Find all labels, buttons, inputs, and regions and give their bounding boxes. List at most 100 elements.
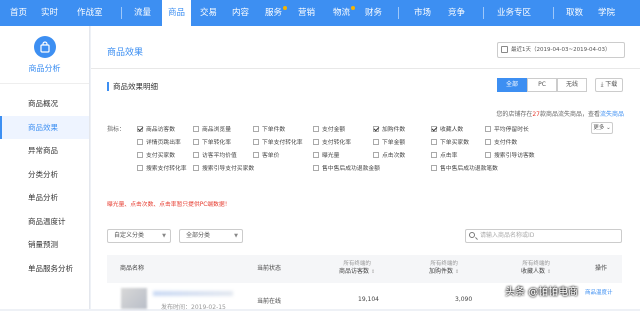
sidebar-item-overview[interactable]: 商品概况 (0, 92, 89, 116)
indicator-label: 下单买家数 (440, 140, 469, 146)
nav-market[interactable]: 市场 (414, 0, 431, 26)
indicator-option[interactable]: 平均停留时长 (485, 124, 529, 133)
checkbox[interactable] (485, 125, 491, 132)
indicator-option[interactable]: 搜索引导支付买家数 (193, 163, 254, 172)
checkbox[interactable] (373, 125, 379, 132)
sidebar-item-forecast[interactable]: 销量预测 (0, 233, 89, 257)
indicator-option[interactable]: 收藏人数 (431, 124, 463, 133)
nav-business-zone[interactable]: 业务专区 (497, 0, 531, 26)
checkbox[interactable] (253, 138, 259, 145)
date-range-picker[interactable]: 最近1天（2019-04-03~2019-04-03） (497, 42, 625, 58)
indicator-option[interactable]: 曝光量 (313, 150, 339, 159)
checkbox[interactable] (193, 138, 199, 145)
indicator-label: 支付金额 (322, 127, 346, 133)
checkbox[interactable] (253, 125, 259, 132)
checkbox[interactable] (431, 138, 437, 145)
indicator-label: 搜索引导支付买家数 (202, 166, 255, 172)
indicator-label: 售中售后成功退款笔数 (440, 166, 498, 172)
checkbox[interactable] (485, 138, 491, 145)
lost-products-link[interactable]: 流失商品 (600, 111, 624, 118)
indicator-option[interactable]: 售中售后成功退款金额 (313, 163, 380, 172)
header-favorites[interactable]: 所有终端的 收藏人数 ⇕ (521, 260, 551, 276)
header-visitors[interactable]: 所有终端的 商品访客数 ⇕ (339, 260, 375, 276)
checkbox[interactable] (137, 164, 143, 171)
header-action: 操作 (595, 265, 608, 272)
indicator-option[interactable]: 访客平均价值 (193, 150, 237, 159)
row-cart: 3,090 (455, 296, 473, 303)
nav-war-room[interactable]: 作战室 (77, 0, 103, 26)
indicator-option[interactable]: 下单转化率 (193, 137, 231, 146)
indicator-option[interactable]: 商品访客数 (137, 124, 175, 133)
nav-divider (553, 7, 554, 19)
download-button[interactable]: ⤓ 下载 (595, 78, 623, 92)
nav-realtime[interactable]: 实时 (41, 0, 58, 26)
custom-category-select[interactable]: 自定义分类 ▼ (107, 229, 171, 243)
indicator-option[interactable]: 客单价 (253, 150, 279, 159)
sidebar-item-category[interactable]: 分类分析 (0, 163, 89, 187)
main-panel: 商品效果 最近1天（2019-04-03~2019-04-03） 商品效果明细 … (91, 26, 640, 311)
indicator-option[interactable]: 下单支付转化率 (253, 137, 303, 146)
indicator-option[interactable]: 下单买家数 (431, 137, 469, 146)
checkbox[interactable] (137, 138, 143, 145)
checkbox[interactable] (313, 164, 319, 171)
checkbox[interactable] (137, 125, 143, 132)
checkbox[interactable] (485, 151, 491, 158)
indicator-option[interactable]: 点击率 (431, 150, 457, 159)
nav-competition[interactable]: 竞争 (448, 0, 465, 26)
nav-data-fetch[interactable]: 取数 (566, 0, 583, 26)
checkbox[interactable] (193, 151, 199, 158)
nav-home[interactable]: 首页 (10, 0, 27, 26)
indicator-option[interactable]: 支付转化率 (313, 137, 351, 146)
checkbox[interactable] (253, 151, 259, 158)
product-name-blurred[interactable] (153, 291, 233, 296)
indicator-option[interactable]: 支付买家数 (137, 150, 175, 159)
checkbox[interactable] (313, 138, 319, 145)
sidebar-item-effect[interactable]: 商品效果 (0, 115, 89, 139)
nav-service[interactable]: 服务 (265, 0, 288, 26)
indicator-option[interactable]: 商品浏览量 (193, 124, 231, 133)
indicator-label: 搜索引导访客数 (494, 153, 535, 159)
all-category-select[interactable]: 全部分类 ▼ (179, 229, 243, 243)
nav-trade[interactable]: 交易 (200, 0, 217, 26)
checkbox[interactable] (193, 125, 199, 132)
indicator-option[interactable]: 下单件数 (253, 124, 285, 133)
checkbox[interactable] (137, 151, 143, 158)
thermometer-link[interactable]: 商品温度计 (585, 288, 613, 296)
nav-traffic[interactable]: 流量 (134, 0, 151, 26)
indicator-option[interactable]: 搜索引导访客数 (485, 150, 535, 159)
checkbox[interactable] (193, 164, 199, 171)
nav-products[interactable]: 商品 (162, 0, 192, 26)
checkbox[interactable] (373, 151, 379, 158)
checkbox[interactable] (373, 138, 379, 145)
nav-marketing[interactable]: 营销 (298, 0, 315, 26)
indicator-option[interactable]: 支付件数 (485, 137, 517, 146)
checkbox[interactable] (431, 151, 437, 158)
indicator-option[interactable]: 点击次数 (373, 150, 405, 159)
row-visitors: 19,104 (358, 296, 379, 303)
nav-logistics[interactable]: 物流 (333, 0, 356, 26)
indicator-option[interactable]: 搜索支付转化率 (137, 163, 187, 172)
segment-pc[interactable]: PC (527, 78, 557, 92)
nav-academy[interactable]: 学院 (598, 0, 615, 26)
checkbox[interactable] (313, 125, 319, 132)
indicator-option[interactable]: 下单金额 (373, 137, 405, 146)
product-thumbnail[interactable] (121, 288, 147, 309)
checkbox[interactable] (313, 151, 319, 158)
sidebar-item-single[interactable]: 单品分析 (0, 186, 89, 210)
more-button[interactable]: 更多 ⌄ (591, 122, 613, 134)
search-input[interactable]: 请输入商品名称或ID (465, 229, 622, 243)
header-cart[interactable]: 所有终端的 加购件数 ⇕ (429, 260, 459, 276)
checkbox[interactable] (431, 125, 437, 132)
indicator-option[interactable]: 加购件数 (373, 124, 405, 133)
checkbox[interactable] (431, 164, 437, 171)
indicator-option[interactable]: 详情页跳出率 (137, 137, 181, 146)
nav-finance[interactable]: 财务 (365, 0, 382, 26)
segment-wireless[interactable]: 无线 (557, 78, 587, 92)
indicator-option[interactable]: 售中售后成功退款笔数 (431, 163, 498, 172)
segment-all[interactable]: 全部 (497, 78, 527, 92)
sidebar-item-thermometer[interactable]: 商品温度计 (0, 210, 89, 234)
sidebar-item-service[interactable]: 单品服务分析 (0, 257, 89, 281)
nav-content[interactable]: 内容 (232, 0, 249, 26)
sidebar-item-abnormal[interactable]: 异常商品 (0, 139, 89, 163)
indicator-option[interactable]: 支付金额 (313, 124, 345, 133)
